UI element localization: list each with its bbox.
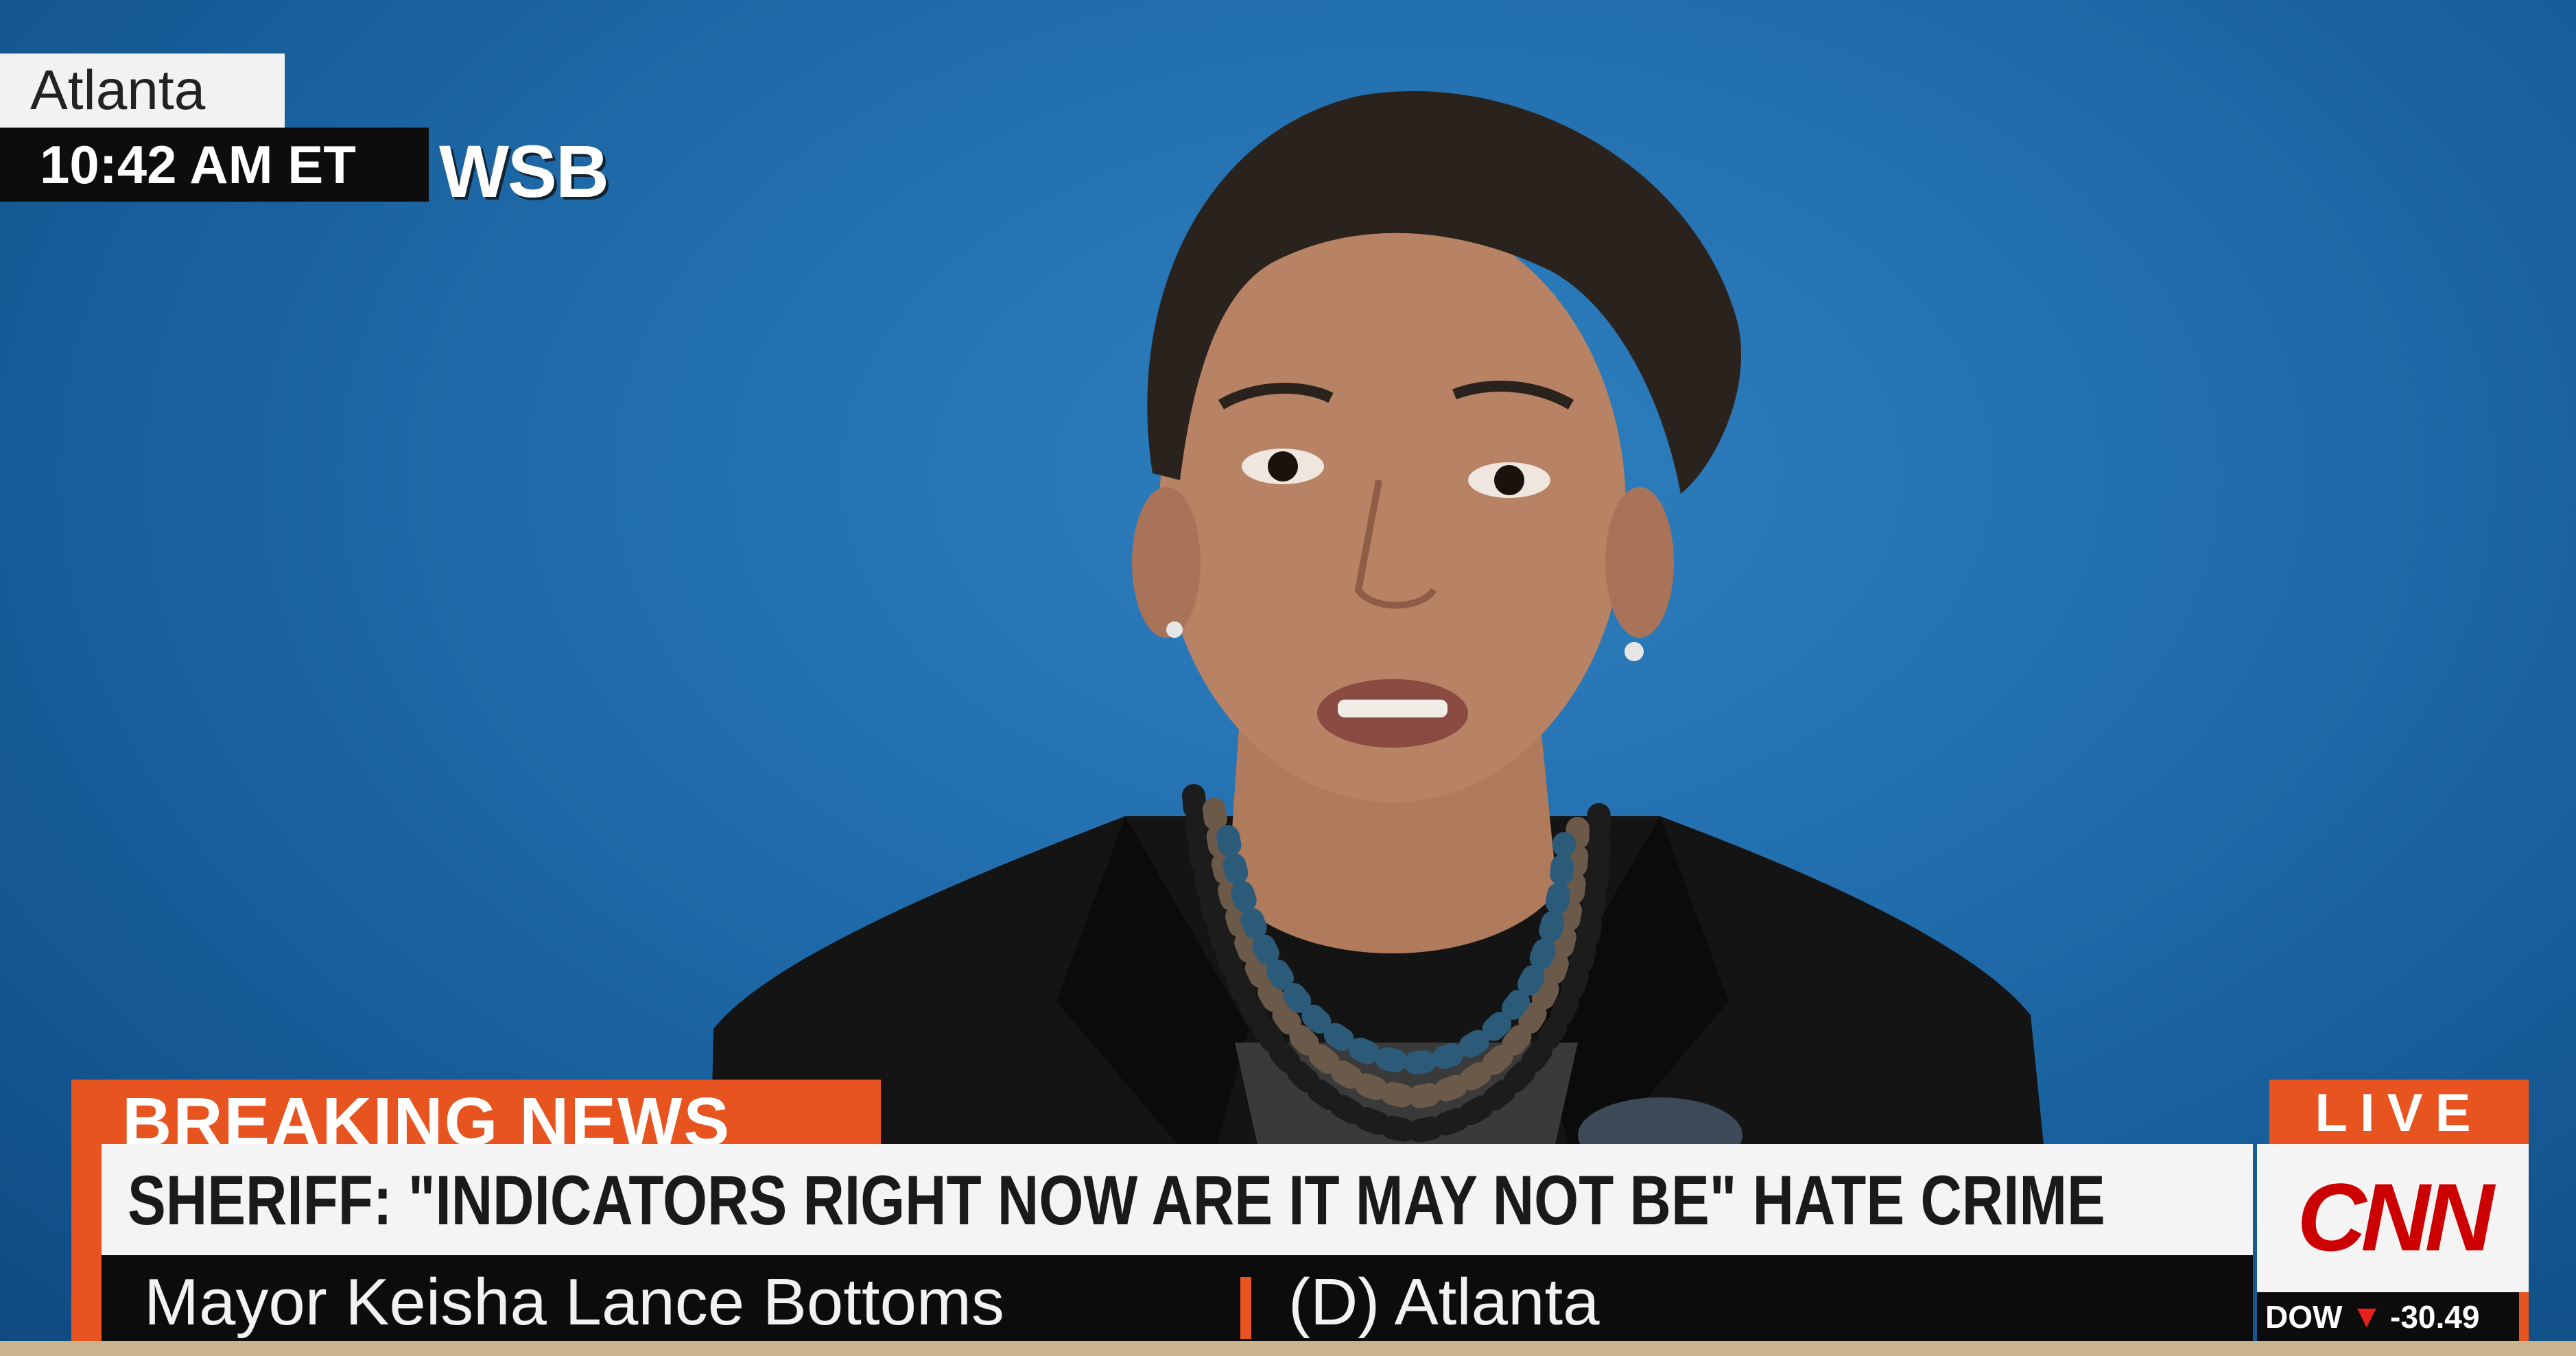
affiliate-logo: WSB [439,130,609,213]
location-label: Atlanta [30,59,206,121]
ticker-value: -30.49 [2390,1299,2480,1335]
speaker-separator [1240,1277,1251,1339]
speaker-affiliation: (D) Atlanta [1288,1265,1600,1339]
ticker-label: DOW [2265,1299,2343,1335]
speaker-name: Mayor Keisha Lance Bottoms [144,1265,1004,1339]
cnn-logo: CNN [2297,1163,2494,1271]
time-label: 10:42 AM ET [40,134,356,195]
video-frame: Atlanta 10:42 AM ET WSB BREAKING NEWS SH… [0,0,2576,1356]
headline-text: SHERIFF: "INDICATORS RIGHT NOW ARE IT MA… [128,1161,2105,1239]
tv-bezel-edge [0,1341,2576,1356]
down-triangle-icon: ▼ [2357,1303,2376,1331]
live-label: LIVE [2315,1082,2483,1143]
